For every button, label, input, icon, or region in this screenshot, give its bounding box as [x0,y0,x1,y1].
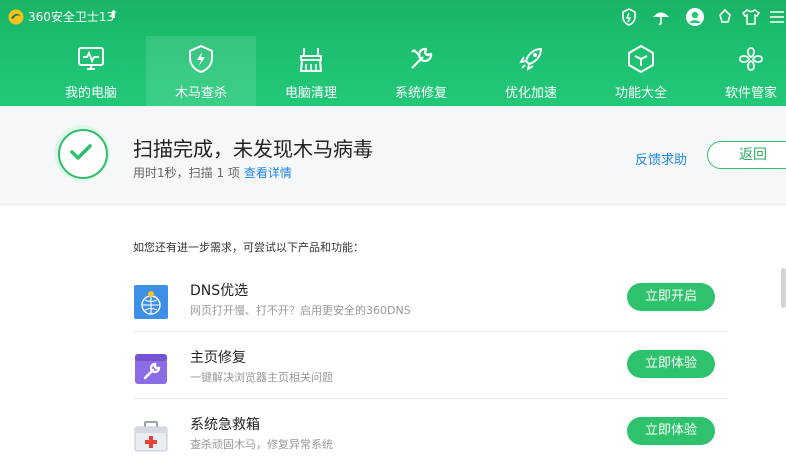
nav-label: 电脑清理 [256,82,366,101]
dns-globe-icon [133,284,169,320]
nav-label: 优化加速 [476,82,586,101]
title-bar: 360安全卫士13 ⬆ [0,0,786,34]
nav-label: 木马查杀 [146,82,256,101]
rocket-icon [516,44,546,74]
update-arrow-icon[interactable]: ⬆ [109,8,118,21]
list-item-first-aid: 系统急救箱 查杀顽固木马，修复异常系统 立即体验 [133,400,728,466]
nav-label: 软件管家 [696,82,786,101]
360-logo-icon [8,9,24,25]
back-button[interactable]: 返回 [707,141,786,169]
product-title: DNS优选 [190,280,248,300]
view-details-link[interactable]: 查看详情 [244,166,292,180]
nav-item-trojan-scan[interactable]: 木马查杀 [146,36,256,106]
feedback-link[interactable]: 反馈求助 [635,149,687,168]
browser-repair-icon [133,351,169,387]
divider [133,331,728,332]
menu-icon[interactable] [767,7,786,27]
shield-status-icon[interactable] [619,7,639,27]
product-desc: 网页打开慢、打不开？启用更安全的360DNS [190,302,411,318]
avatar[interactable] [685,7,705,27]
notification-icon[interactable] [715,7,735,27]
top-banner: 360安全卫士13 ⬆ 我的电脑 [0,0,786,106]
scrollbar[interactable] [781,268,786,308]
success-check-icon [54,125,110,181]
nav-item-cleanup[interactable]: 电脑清理 [256,36,366,106]
divider [133,398,728,399]
nav-item-my-computer[interactable]: 我的电脑 [36,36,146,106]
app-title: 360安全卫士13 [28,9,114,25]
app-store-icon [736,44,766,74]
scan-summary-text: 用时1秒，扫描 1 项 [133,166,240,180]
product-title: 系统急救箱 [190,414,260,434]
nav-label: 功能大全 [586,82,696,101]
suggestion-hint: 如您还有进一步需求，可尝试以下产品和功能： [133,239,364,255]
scan-result-title: 扫描完成，未发现木马病毒 [133,133,373,162]
skin-shirt-icon[interactable] [741,7,761,27]
nav-label: 我的电脑 [36,82,146,101]
hexagon-check-icon [626,44,656,74]
nav-item-all-features[interactable]: 功能大全 [586,36,696,106]
scan-result-panel: 扫描完成，未发现木马病毒 用时1秒，扫描 1 项查看详情 反馈求助 返回 [0,106,786,205]
scan-summary: 用时1秒，扫描 1 项查看详情 [133,164,292,181]
nav-item-software-manager[interactable]: 有升 软件管家 [696,36,786,106]
wrench-icon [406,44,436,74]
try-homepage-repair-button[interactable]: 立即体验 [627,350,715,378]
product-title: 主页修复 [190,347,246,367]
nav-item-system-repair[interactable]: 系统修复 [366,36,476,106]
shield-bolt-icon [186,44,216,74]
list-item-homepage-repair: 主页修复 一键解决浏览器主页相关问题 立即体验 [133,333,728,399]
product-desc: 查杀顽固木马，修复异常系统 [190,436,333,452]
product-desc: 一键解决浏览器主页相关问题 [190,369,333,385]
enable-dns-button[interactable]: 立即开启 [627,283,715,311]
try-first-aid-button[interactable]: 立即体验 [627,417,715,445]
nav-label: 系统修复 [366,82,476,101]
umbrella-icon[interactable] [651,7,671,27]
first-aid-kit-icon [133,418,169,454]
list-item-dns: DNS优选 网页打开慢、打不开？启用更安全的360DNS 立即开启 [133,266,728,332]
monitor-icon [76,44,106,74]
nav-item-optimize[interactable]: 优化加速 [476,36,586,106]
broom-icon [296,44,326,74]
